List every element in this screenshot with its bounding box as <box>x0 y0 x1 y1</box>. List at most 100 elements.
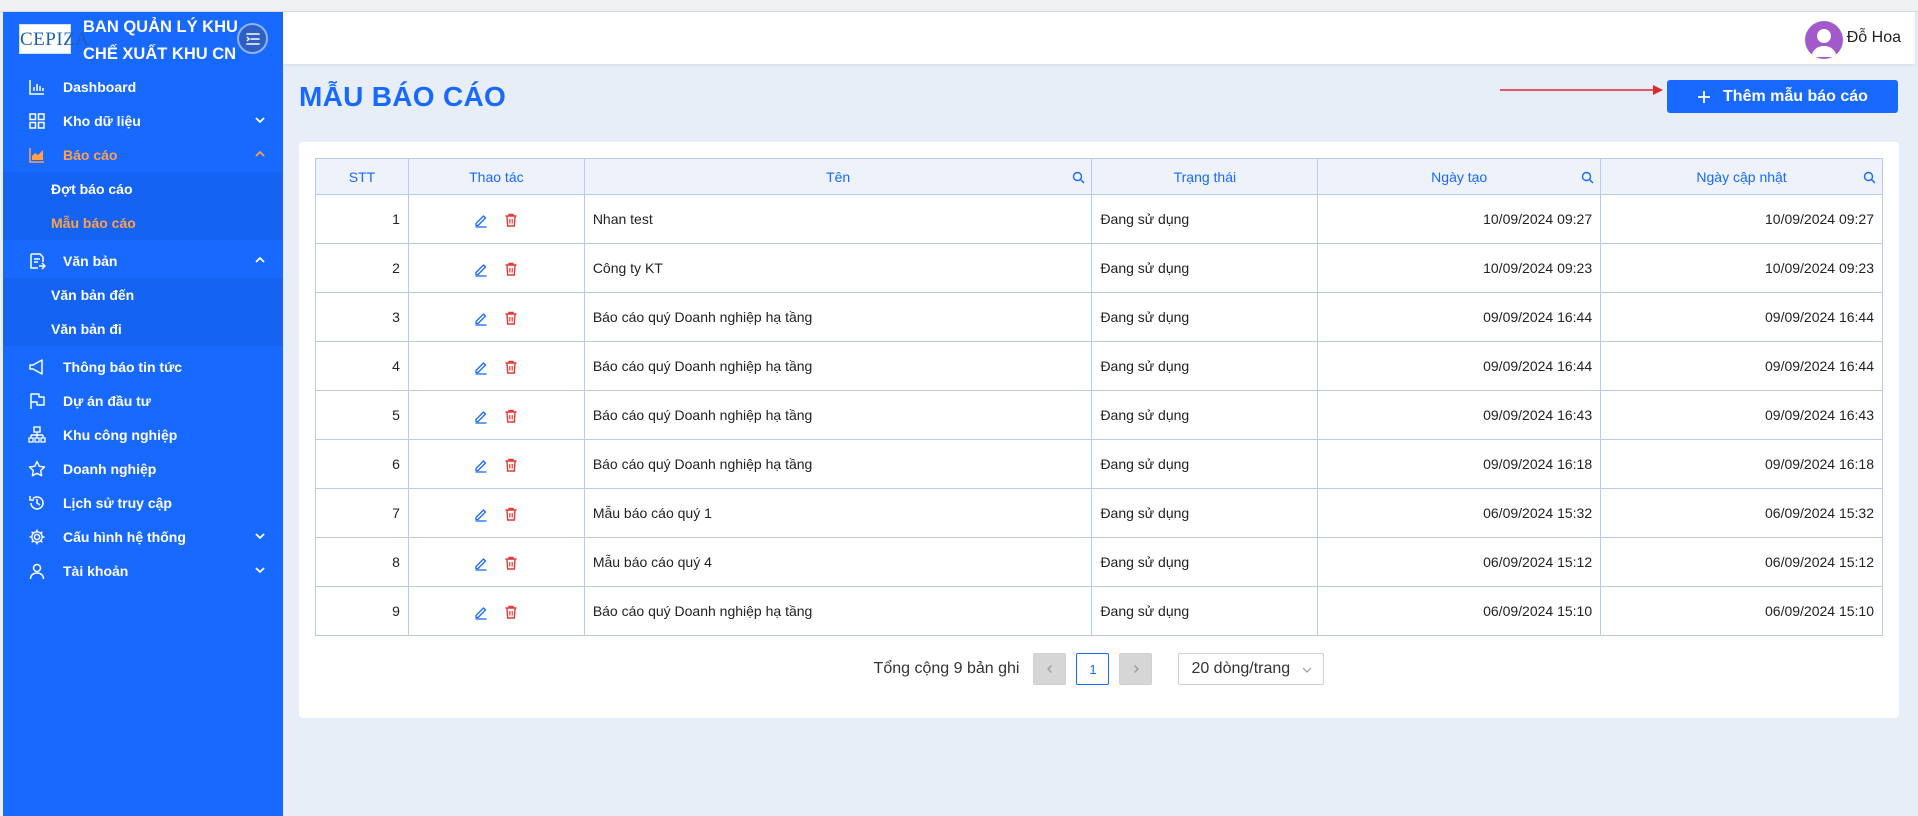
sidebar-subitem-van-ban-den[interactable]: Văn bản đến <box>3 278 283 312</box>
avatar[interactable] <box>1805 21 1843 59</box>
history-icon <box>27 493 47 513</box>
sidebar-item-bao-cao[interactable]: Báo cáo <box>3 138 283 172</box>
sidebar-item-label: Lịch sử truy cập <box>63 495 172 511</box>
delete-icon[interactable] <box>503 310 519 326</box>
cell-updated-date: 09/09/2024 16:44 <box>1600 292 1883 342</box>
star-icon <box>27 459 47 479</box>
table-row: 7 Mẫu báo cáo quý 1 Đang sử dụng 06/09/2024… <box>315 488 1883 538</box>
sidebar-item-du-an-dau-tu[interactable]: Dự án đầu tư <box>3 384 283 418</box>
edit-icon[interactable] <box>473 212 489 228</box>
hierarchy-icon <box>27 425 47 445</box>
sidebar-item-lich-su-truy-cap[interactable]: Lịch sử truy cập <box>3 486 283 520</box>
cell-created-date: 09/09/2024 16:18 <box>1317 439 1602 489</box>
cell-stt: 7 <box>315 488 409 538</box>
status-text: Đang sử dụng <box>1091 439 1319 489</box>
edit-icon[interactable] <box>473 457 489 473</box>
brand: CEPIZA BAN QUẢN LÝ KHU CHẾ XUẤT KHU CN <box>3 12 283 70</box>
brand-name-line1: BAN QUẢN LÝ KHU <box>83 18 238 36</box>
edit-icon[interactable] <box>473 359 489 375</box>
next-page-button[interactable] <box>1119 653 1153 685</box>
edit-icon[interactable] <box>473 604 489 620</box>
gear-icon <box>27 527 47 547</box>
edit-icon[interactable] <box>473 310 489 326</box>
edit-icon[interactable] <box>473 261 489 277</box>
column-header-ngay-cap-nhat: Ngày cập nhật <box>1600 158 1883 195</box>
van-ban-submenu: Văn bản đến Văn bản đi <box>3 278 283 346</box>
sidebar-item-label: Báo cáo <box>63 147 118 163</box>
sidebar-subitem-mau-bao-cao[interactable]: Mẫu báo cáo <box>3 206 283 240</box>
cell-name: Báo cáo quý Doanh nghiệp hạ tầng <box>583 586 1093 636</box>
cell-name: Công ty KT <box>583 243 1093 293</box>
cell-actions <box>407 243 585 293</box>
edit-icon[interactable] <box>473 555 489 571</box>
sidebar-item-label: Cấu hình hệ thống <box>63 529 186 545</box>
sidebar-nav: Dashboard Kho dữ liệu Báo cáo Đợt báo cá… <box>3 70 283 588</box>
delete-icon[interactable] <box>503 604 519 620</box>
edit-icon[interactable] <box>473 408 489 424</box>
status-text: Đang sử dụng <box>1091 586 1319 636</box>
cell-updated-date: 10/09/2024 09:27 <box>1600 194 1883 244</box>
sidebar-item-khu-cong-nghiep[interactable]: Khu công nghiệp <box>3 418 283 452</box>
delete-icon[interactable] <box>503 359 519 375</box>
delete-icon[interactable] <box>503 457 519 473</box>
delete-icon[interactable] <box>503 212 519 228</box>
sidebar-item-cau-hinh-he-thong[interactable]: Cấu hình hệ thống <box>3 520 283 554</box>
search-icon[interactable] <box>1072 171 1085 184</box>
status-text: Đang sử dụng <box>1091 341 1319 391</box>
cell-name: Mẫu báo cáo quý 1 <box>583 488 1093 538</box>
cell-updated-date: 10/09/2024 09:23 <box>1600 243 1883 293</box>
bar-chart-icon <box>27 77 47 97</box>
grid-icon <box>27 111 47 131</box>
user-name[interactable]: Đỗ Hoa <box>1847 29 1901 47</box>
cell-stt: 3 <box>315 292 409 342</box>
sidebar-item-kho-du-lieu[interactable]: Kho dữ liệu <box>3 104 283 138</box>
prev-page-button[interactable] <box>1033 653 1067 685</box>
menu-toggle-button[interactable] <box>237 23 268 54</box>
status-text: Đang sử dụng <box>1091 390 1319 440</box>
sidebar-item-dashboard[interactable]: Dashboard <box>3 70 283 104</box>
table-row: 4 Báo cáo quý Doanh nghiệp hạ tầng Đang sử… <box>315 341 1883 391</box>
search-icon[interactable] <box>1581 171 1594 184</box>
delete-icon[interactable] <box>503 261 519 277</box>
table-row: 3 Báo cáo quý Doanh nghiệp hạ tầng Đang sử… <box>315 292 1883 342</box>
cell-created-date: 06/09/2024 15:12 <box>1317 537 1602 587</box>
delete-icon[interactable] <box>503 408 519 424</box>
sidebar-item-doanh-nghiep[interactable]: Doanh nghiệp <box>3 452 283 486</box>
status-text: Đang sử dụng <box>1091 194 1319 244</box>
sidebar-item-thong-bao-tin-tuc[interactable]: Thông báo tin tức <box>3 350 283 384</box>
chevron-down-icon <box>255 567 265 574</box>
cell-name: Báo cáo quý Doanh nghiệp hạ tầng <box>583 341 1093 391</box>
edit-icon[interactable] <box>473 506 489 522</box>
column-header-label: Ngày cập nhật <box>1696 168 1787 185</box>
menu-icon <box>245 32 260 45</box>
delete-icon[interactable] <box>503 506 519 522</box>
cell-created-date: 09/09/2024 16:44 <box>1317 292 1602 342</box>
column-header-label: STT <box>348 168 376 185</box>
flag-icon <box>27 391 47 411</box>
delete-icon[interactable] <box>503 555 519 571</box>
cell-updated-date: 06/09/2024 15:12 <box>1600 537 1883 587</box>
sidebar-item-label: Doanh nghiệp <box>63 461 157 477</box>
sidebar-item-label: Kho dữ liệu <box>63 113 141 129</box>
search-icon[interactable] <box>1863 171 1876 184</box>
chevron-right-icon <box>1133 665 1139 673</box>
add-template-button[interactable]: Thêm mẫu báo cáo <box>1667 80 1898 113</box>
top-header: Đỗ Hoa <box>283 12 1915 64</box>
megaphone-icon <box>27 357 47 377</box>
page-number-button[interactable]: 1 <box>1076 653 1110 685</box>
cell-updated-date: 09/09/2024 16:43 <box>1600 390 1883 440</box>
sidebar-subitem-van-ban-di[interactable]: Văn bản đi <box>3 312 283 346</box>
cell-stt: 5 <box>315 390 409 440</box>
browser-top-strip <box>0 0 1918 12</box>
page-size-select[interactable]: 20 dòng/trang <box>1178 653 1325 685</box>
cell-name: Báo cáo quý Doanh nghiệp hạ tầng <box>583 390 1093 440</box>
sidebar-subitem-dot-bao-cao[interactable]: Đợt báo cáo <box>3 172 283 206</box>
add-template-button-label: Thêm mẫu báo cáo <box>1723 87 1868 105</box>
sidebar-item-label: Tài khoản <box>63 563 129 579</box>
sidebar-item-van-ban[interactable]: Văn bản <box>3 244 283 278</box>
cell-updated-date: 06/09/2024 15:32 <box>1600 488 1883 538</box>
cell-stt: 2 <box>315 243 409 293</box>
cell-stt: 4 <box>315 341 409 391</box>
sidebar-item-label: Văn bản <box>63 253 118 269</box>
sidebar-item-tai-khoan[interactable]: Tài khoản <box>3 554 283 588</box>
